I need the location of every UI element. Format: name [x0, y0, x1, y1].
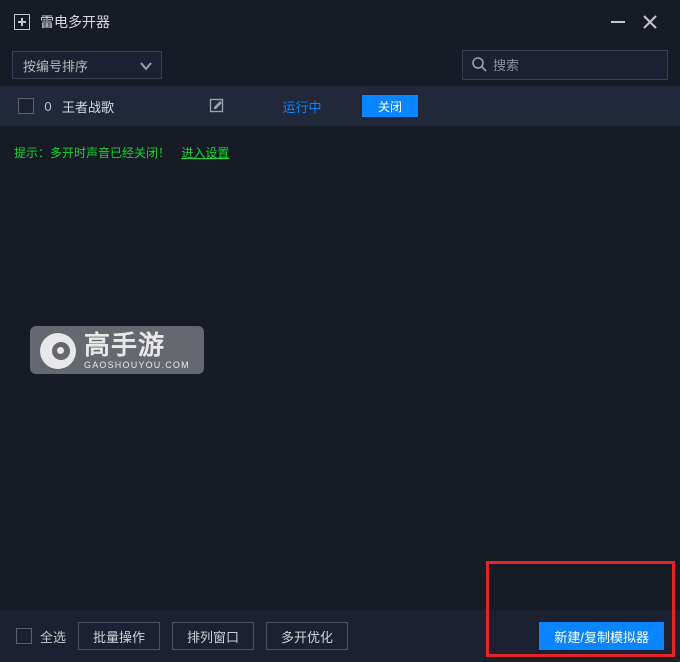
watermark-logo-icon [40, 333, 76, 369]
search-input[interactable] [493, 58, 669, 73]
watermark-en: GAOSHOUYOU.COM [84, 360, 190, 370]
sort-dropdown-label: 按编号排序 [23, 56, 88, 75]
hint-settings-link[interactable]: 进入设置 [181, 146, 229, 160]
select-all-checkbox[interactable] [16, 628, 32, 644]
batch-button[interactable]: 批量操作 [78, 622, 160, 650]
hint-text: 提示：多开时声音已经关闭！ [14, 146, 170, 160]
instance-index: 0 [34, 99, 62, 114]
arrange-windows-button[interactable]: 排列窗口 [172, 622, 254, 650]
app-icon [14, 14, 30, 30]
search-icon [471, 56, 493, 75]
close-window-button[interactable] [634, 6, 666, 38]
select-all-label: 全选 [40, 627, 66, 646]
instance-status: 运行中 [272, 97, 332, 116]
new-copy-emulator-button[interactable]: 新建/复制模拟器 [539, 622, 664, 650]
sort-dropdown[interactable]: 按编号排序 [12, 51, 162, 79]
watermark: 高手游 GAOSHOUYOU.COM [30, 326, 204, 374]
chevron-down-icon [139, 59, 153, 76]
instance-name: 王者战歌 [62, 97, 202, 116]
instance-close-button[interactable]: 关闭 [362, 95, 418, 117]
minimize-button[interactable] [602, 6, 634, 38]
instance-row: 0 王者战歌 运行中 关闭 [0, 86, 680, 126]
search-box[interactable] [462, 50, 668, 80]
hint-row: 提示：多开时声音已经关闭！ 进入设置 [0, 126, 680, 179]
window-title: 雷电多开器 [40, 12, 602, 32]
watermark-cn: 高手游 [84, 332, 190, 358]
edit-icon[interactable] [202, 98, 232, 114]
optimize-button[interactable]: 多开优化 [266, 622, 348, 650]
instance-checkbox[interactable] [18, 98, 34, 114]
